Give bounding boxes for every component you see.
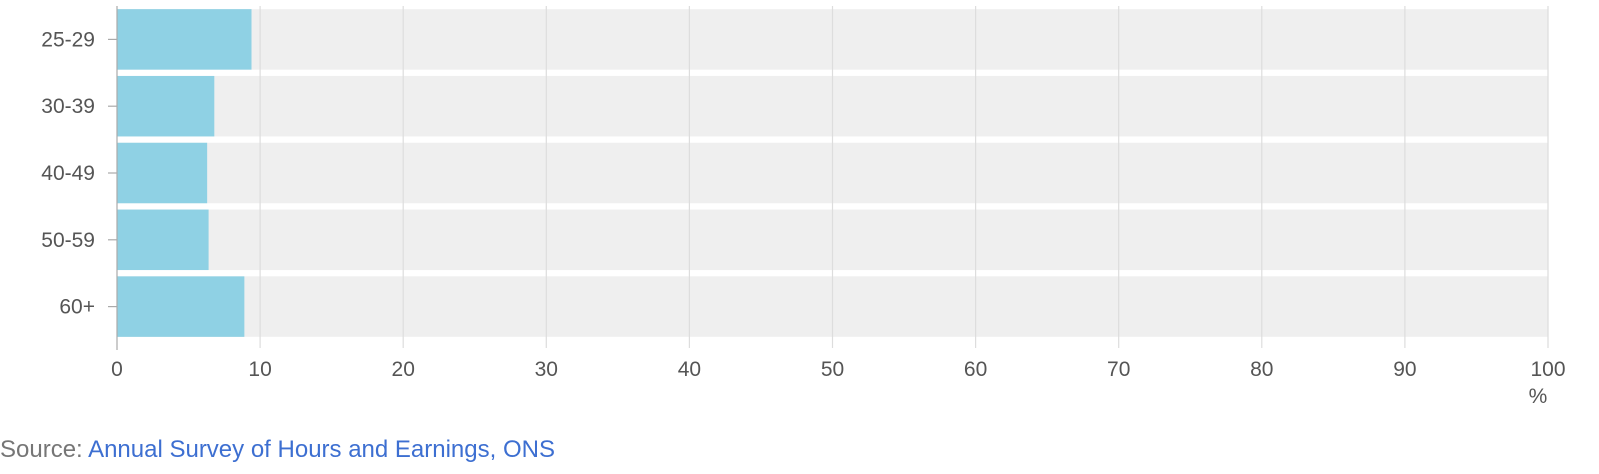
chart-container: 25-29 30-39 40-49 50-59 60+ 0 10 20 30 40 50 60 70 80… — [0, 0, 1599, 474]
y-tick-label-2: 40-49 — [41, 162, 95, 185]
x-tick-label-3: 30 — [535, 358, 558, 381]
x-tick-label-9: 90 — [1393, 358, 1416, 381]
x-tick-label-1: 10 — [248, 358, 271, 381]
x-tick-label-2: 20 — [392, 358, 415, 381]
x-tick-label-4: 40 — [678, 358, 701, 381]
y-tick-label-4: 60+ — [59, 296, 95, 319]
x-tick-label-5: 50 — [821, 358, 844, 381]
bar-25-29[interactable] — [117, 9, 252, 70]
source-link[interactable]: Annual Survey of Hours and Earnings, ONS — [88, 436, 555, 463]
x-tick-label-10: 100 — [1530, 358, 1565, 381]
x-tick-label-8: 80 — [1250, 358, 1273, 381]
y-tick-label-0: 25-29 — [41, 28, 95, 51]
y-tick-label-1: 30-39 — [41, 95, 95, 118]
x-tick-label-0: 0 — [111, 358, 123, 381]
axes — [108, 6, 118, 350]
bar-40-49[interactable] — [117, 142, 208, 204]
bar-chart: 25-29 30-39 40-49 50-59 60+ 0 10 20 30 40 50 60 70 80… — [41, 6, 1566, 408]
x-tick-label-7: 70 — [1107, 358, 1130, 381]
y-tick-label-3: 50-59 — [41, 229, 95, 252]
x-tick-label-6: 60 — [964, 358, 987, 381]
source-note: Source: Annual Survey of Hours and Earni… — [0, 432, 555, 468]
bar-30-39[interactable] — [117, 75, 215, 137]
source-prefix: Source: — [0, 436, 89, 463]
x-axis-unit-label: % — [1529, 385, 1548, 408]
bar-50-59[interactable] — [117, 209, 209, 271]
bar-60+[interactable] — [117, 276, 245, 337]
